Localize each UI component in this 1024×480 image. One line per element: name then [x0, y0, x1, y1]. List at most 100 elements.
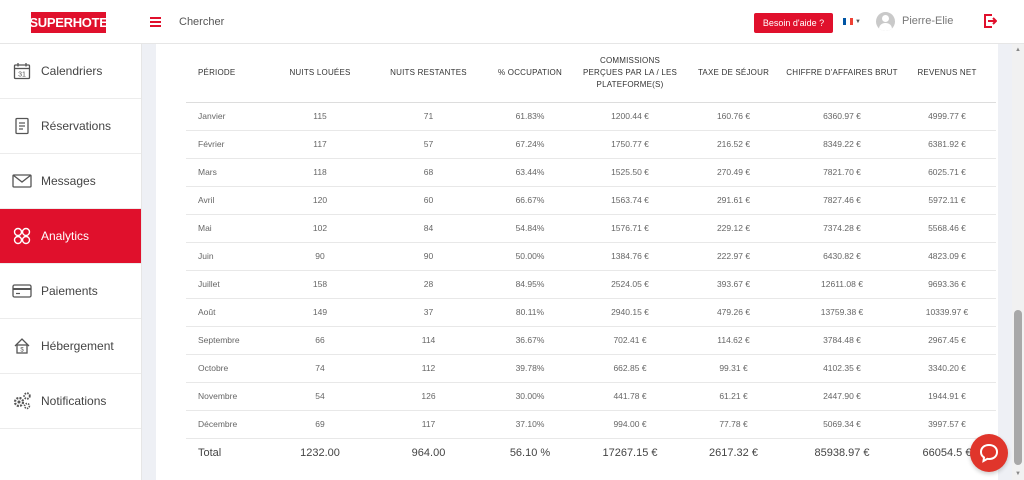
analytics-card: PÉRIODE NUITS LOUÉES NUITS RESTANTES % O…	[156, 44, 998, 480]
table-cell: 114	[376, 326, 481, 355]
table-cell: 3784.48 €	[786, 326, 898, 355]
table-cell: 120	[264, 186, 376, 215]
table-cell: 60	[376, 186, 481, 215]
sidebar-item-label: Messages	[41, 174, 96, 188]
search-link[interactable]: Chercher	[179, 16, 224, 28]
table-cell: Total	[198, 447, 222, 460]
table-row: Mai 102 84 54.84% 1576.71 €229.12 €7374.28 €…	[186, 214, 996, 243]
table-cell: 994.00 €	[579, 410, 681, 439]
analytics-icon	[12, 226, 32, 246]
svg-text:31: 31	[18, 72, 26, 79]
column-header[interactable]: COMMISSIONS PERÇUES PAR LA / LES PLATEFO…	[579, 44, 681, 103]
table-cell: 158	[264, 270, 376, 299]
sidebar-item-notifications[interactable]: Notifications	[0, 374, 141, 429]
column-header[interactable]: CHIFFRE D'AFFAIRES BRUT	[786, 44, 898, 103]
table-cell: 5568.46 €	[898, 214, 996, 243]
table-cell: 50.00%	[481, 242, 579, 271]
table-cell: 74	[264, 354, 376, 383]
scrollbar-thumb[interactable]	[1014, 310, 1022, 465]
table-cell: 80.11%	[481, 298, 579, 327]
column-header[interactable]: NUITS LOUÉES	[264, 44, 376, 103]
table-cell: 39.78%	[481, 354, 579, 383]
table-cell: 7821.70 €	[786, 158, 898, 187]
table-cell: 117	[264, 130, 376, 159]
table-cell: 4999.77 €	[898, 102, 996, 131]
table-cell: 662.85 €	[579, 354, 681, 383]
sidebar-item-label: Calendriers	[41, 64, 103, 78]
table-cell: 1525.50 €	[579, 158, 681, 187]
table-row: Décembre 69 117 37.10% 994.00 €77.78 €5069.3…	[186, 410, 996, 439]
table-cell: 1750.77 €	[579, 130, 681, 159]
sidebar-item-label: Paiements	[41, 284, 98, 298]
sidebar: 31 Calendriers Réservations Messages Ana…	[0, 44, 142, 480]
table-cell: Juin	[186, 242, 264, 271]
table-cell: 2617.32 €	[709, 447, 758, 460]
table-cell: Décembre	[186, 410, 264, 439]
table-cell: 6360.97 €	[786, 102, 898, 131]
table-cell: 9693.36 €	[898, 270, 996, 299]
column-header[interactable]: TAXE DE SÉJOUR	[681, 44, 786, 103]
page-scrollbar[interactable]: ▲ ▼	[1012, 44, 1024, 480]
table-cell: 37.10%	[481, 410, 579, 439]
table-row: Janvier 115 71 61.83% 1200.44 €160.76 €6360.…	[186, 102, 996, 131]
table-cell: 6381.92 €	[898, 130, 996, 159]
sidebar-item-messages[interactable]: Messages	[0, 154, 141, 209]
table-cell: 66	[264, 326, 376, 355]
table-cell: 2447.90 €	[786, 382, 898, 411]
language-selector[interactable]: ▼	[843, 18, 861, 25]
sidebar-item-analytics[interactable]: Analytics	[0, 209, 141, 264]
table-cell: 84.95%	[481, 270, 579, 299]
main-content: PÉRIODE NUITS LOUÉES NUITS RESTANTES % O…	[142, 44, 1012, 480]
table-row: Novembre 54 126 30.00% 441.78 €61.21 €2447.9…	[186, 382, 996, 411]
table-row: Février 117 57 67.24% 1750.77 €216.52 €8349.…	[186, 130, 996, 159]
table-cell: 37	[376, 298, 481, 327]
table-cell: 61.83%	[481, 102, 579, 131]
calendar-icon: 31	[12, 61, 32, 81]
table-cell: Février	[186, 130, 264, 159]
sidebar-item-calendriers[interactable]: 31 Calendriers	[0, 44, 141, 99]
logout-icon[interactable]	[983, 14, 998, 33]
table-cell: 54.84%	[481, 214, 579, 243]
table-cell: 114.62 €	[681, 326, 786, 355]
user-name[interactable]: Pierre-Elie	[902, 15, 953, 27]
table-cell: 99.31 €	[681, 354, 786, 383]
column-header[interactable]: REVENUS NET	[898, 44, 996, 103]
house-icon: $	[12, 336, 32, 356]
table-cell: 1944.91 €	[898, 382, 996, 411]
scroll-up-icon[interactable]: ▲	[1015, 47, 1021, 53]
table-cell: 112	[376, 354, 481, 383]
table-cell: 160.76 €	[681, 102, 786, 131]
scroll-down-icon[interactable]: ▼	[1015, 471, 1021, 477]
table-cell: 126	[376, 382, 481, 411]
sidebar-item-label: Hébergement	[41, 339, 114, 353]
table-cell: 4823.09 €	[898, 242, 996, 271]
table-cell: 964.00	[411, 447, 446, 460]
column-header[interactable]: NUITS RESTANTES	[376, 44, 481, 103]
user-avatar[interactable]	[876, 12, 895, 31]
sidebar-item-hebergement[interactable]: $ Hébergement	[0, 319, 141, 374]
table-cell: 270.49 €	[681, 158, 786, 187]
sidebar-item-reservations[interactable]: Réservations	[0, 99, 141, 154]
sidebar-item-label: Notifications	[41, 394, 107, 408]
table-cell: 90	[264, 242, 376, 271]
table-cell: 7374.28 €	[786, 214, 898, 243]
help-button[interactable]: Besoin d'aide ?	[754, 13, 833, 33]
table-cell: 4102.35 €	[786, 354, 898, 383]
table-row: Avril 120 60 66.67% 1563.74 €291.61 €7827.46…	[186, 186, 996, 215]
superhote-logo[interactable]: SUPERHOTE	[29, 12, 108, 33]
table-cell: 90	[376, 242, 481, 271]
table-cell: 115	[264, 102, 376, 131]
table-cell: 13759.38 €	[786, 298, 898, 327]
table-cell: 10339.97 €	[898, 298, 996, 327]
chat-button[interactable]	[970, 434, 1008, 472]
table-cell: 222.97 €	[681, 242, 786, 271]
column-header[interactable]: % OCCUPATION	[481, 44, 579, 103]
hamburger-menu-icon[interactable]	[150, 17, 161, 27]
table-cell: 2967.45 €	[898, 326, 996, 355]
table-total-row: Total 1232.00 964.00 56.10 % 17267.15 € …	[186, 438, 996, 468]
column-header[interactable]: PÉRIODE	[186, 44, 264, 103]
table-cell: 85938.97 €	[814, 447, 870, 460]
chevron-down-icon: ▼	[855, 18, 861, 25]
table-cell: 229.12 €	[681, 214, 786, 243]
sidebar-item-paiements[interactable]: Paiements	[0, 264, 141, 319]
